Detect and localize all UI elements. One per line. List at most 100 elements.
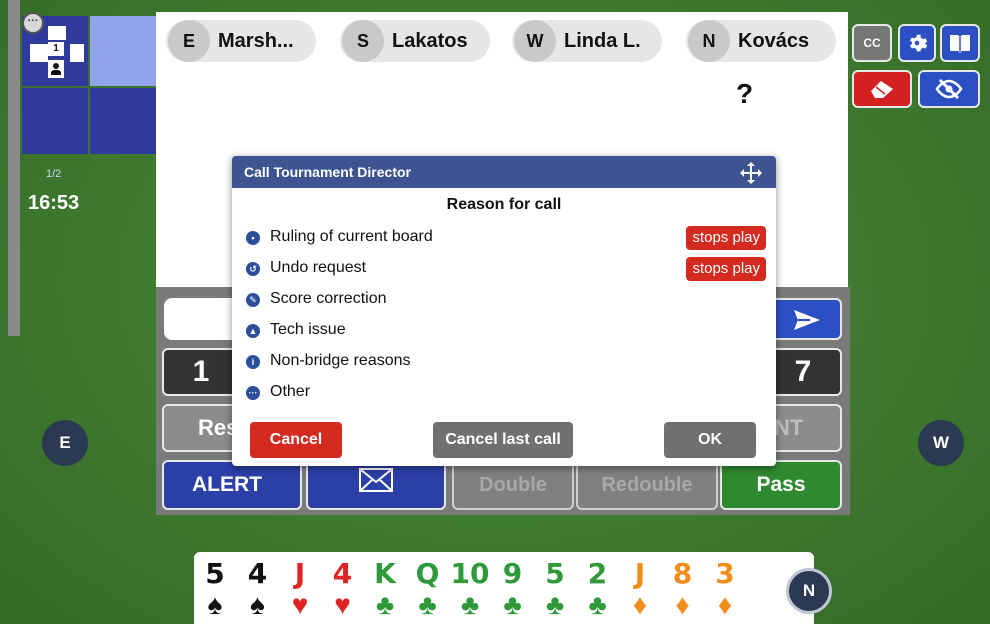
double-button[interactable]: Double (452, 460, 574, 510)
cancel-button[interactable]: Cancel (250, 422, 342, 458)
player-west: W Linda L. (512, 20, 662, 62)
card-suit: ♥ (334, 589, 351, 620)
playing-card[interactable]: 2 ♣ (577, 558, 619, 620)
reason-tech-issue[interactable]: ▲ Tech issue (242, 319, 766, 343)
card-rank: 8 (672, 557, 693, 590)
bid-level-button[interactable]: 1 (162, 348, 240, 396)
card-rank: 4 (332, 557, 353, 590)
warning-icon: ▲ (246, 324, 260, 338)
card-rank: Q (415, 557, 440, 590)
settings-button[interactable] (898, 24, 936, 62)
card-suit: ♣ (418, 589, 437, 620)
card-rank: J (294, 557, 306, 590)
playing-card[interactable]: 8 ♦ (662, 558, 704, 620)
reason-label: Undo request (270, 259, 367, 276)
pass-button[interactable]: Pass (720, 460, 842, 510)
card-rank: J (634, 557, 646, 590)
pencil-icon: ✎ (246, 293, 260, 307)
player-south: S Lakatos (340, 20, 490, 62)
card-rank: 3 (715, 557, 735, 590)
player-name: Linda L. (564, 30, 641, 52)
ruling-icon: ▪ (246, 231, 260, 245)
book-icon (950, 35, 970, 53)
card-suit: ♣ (588, 589, 607, 620)
card-rank: 10 (450, 557, 490, 590)
seat-label: E (168, 20, 210, 62)
card-rank: 5 (545, 557, 565, 590)
reason-ruling[interactable]: ▪ Ruling of current board stops play (242, 226, 766, 250)
seat-label: S (342, 20, 384, 62)
playing-card[interactable]: J ♥ (279, 558, 321, 620)
playing-card[interactable]: 3 ♦ (704, 558, 746, 620)
reason-label: Score correction (270, 290, 387, 307)
card-suit: ♥ (291, 589, 309, 620)
chat-bubble-icon[interactable]: ··· (22, 12, 44, 34)
seat-label: N (688, 20, 730, 62)
playing-card[interactable]: 5 ♠ (194, 558, 236, 620)
seat-marker-east: E (42, 420, 88, 466)
status-cell (90, 88, 156, 154)
player-name: Lakatos (392, 30, 468, 52)
undo-icon: ↺ (246, 262, 260, 276)
playing-card[interactable]: K ♣ (364, 558, 406, 620)
alert-button[interactable]: ALERT (162, 460, 302, 510)
gear-icon (910, 34, 928, 52)
playing-card[interactable]: Q ♣ (407, 558, 449, 620)
reason-other[interactable]: ··· Other (242, 381, 766, 405)
player-hand: 5 ♠ 4 ♠ J ♥ 4 ♥ K ♣ Q ♣ 10 ♣ 9 ♣ 5 ♣ 2 ♣ J ♦ 8 ♦ 3 ♦ (194, 552, 814, 624)
player-name: Marsh... (218, 30, 294, 52)
eye-slash-icon (935, 78, 963, 100)
card-rank: 5 (205, 557, 225, 590)
dialog-subtitle: Reason for call (446, 196, 562, 213)
card-suit: ♣ (545, 589, 565, 620)
reason-label: Ruling of current board (270, 228, 433, 245)
card-suit: ♦ (717, 589, 733, 620)
board-info-panel: 1 1/2 16:53 (22, 16, 156, 214)
player-name: Kovács (738, 30, 810, 52)
reason-label: Non-bridge reasons (270, 352, 411, 369)
card-suit: ♠ (250, 589, 265, 620)
round-timer: 16:53 (28, 192, 80, 214)
convention-card-button[interactable]: CC (852, 24, 892, 62)
reason-score-correction[interactable]: ✎ Score correction (242, 288, 766, 312)
card-rank: 9 (502, 557, 523, 590)
move-arrows-icon[interactable] (740, 162, 762, 184)
hide-button[interactable] (918, 70, 980, 108)
card-suit: ♦ (632, 589, 648, 620)
card-rank: K (374, 557, 396, 590)
seat-marker-west: W (918, 420, 964, 466)
ok-button[interactable]: OK (664, 422, 756, 458)
reason-label: Tech issue (270, 321, 346, 338)
redouble-button[interactable]: Redouble (576, 460, 718, 510)
message-button[interactable] (306, 460, 446, 510)
cancel-last-call-button[interactable]: Cancel last call (433, 422, 573, 458)
playing-card[interactable]: 4 ♥ (322, 558, 364, 620)
ellipsis-icon: ··· (246, 386, 260, 400)
card-suit: ♦ (675, 589, 690, 620)
rules-book-button[interactable] (940, 24, 980, 62)
reason-non-bridge[interactable]: i Non-bridge reasons (242, 350, 766, 374)
playing-card[interactable]: 5 ♣ (534, 558, 576, 620)
round-timer-cell: 1/2 16:53 (22, 88, 88, 214)
send-button[interactable] (770, 298, 842, 340)
player-east: E Marsh... (166, 20, 316, 62)
card-suit: ♣ (375, 589, 395, 620)
card-suit: ♣ (460, 589, 480, 620)
playing-card[interactable]: 9 ♣ (492, 558, 534, 620)
player-icon (48, 60, 64, 78)
seat-label: W (514, 20, 556, 62)
eraser-button[interactable] (852, 70, 912, 108)
eraser-icon (871, 81, 893, 98)
send-icon (794, 310, 820, 330)
call-director-dialog: Call Tournament Director Reason for call… (232, 156, 776, 466)
playing-card[interactable]: J ♦ (619, 558, 661, 620)
player-north: N Kovács (686, 20, 836, 62)
dialog-header[interactable]: Call Tournament Director (232, 156, 776, 188)
playing-card[interactable]: 4 ♠ (237, 558, 279, 620)
reason-undo[interactable]: ↺ Undo request stops play (242, 257, 766, 281)
round-indicator: 1/2 (46, 168, 62, 180)
stops-play-badge: stops play (686, 226, 766, 250)
info-icon: i (246, 355, 260, 369)
vulnerability-cell (90, 16, 156, 86)
playing-card[interactable]: 10 ♣ (449, 558, 491, 620)
